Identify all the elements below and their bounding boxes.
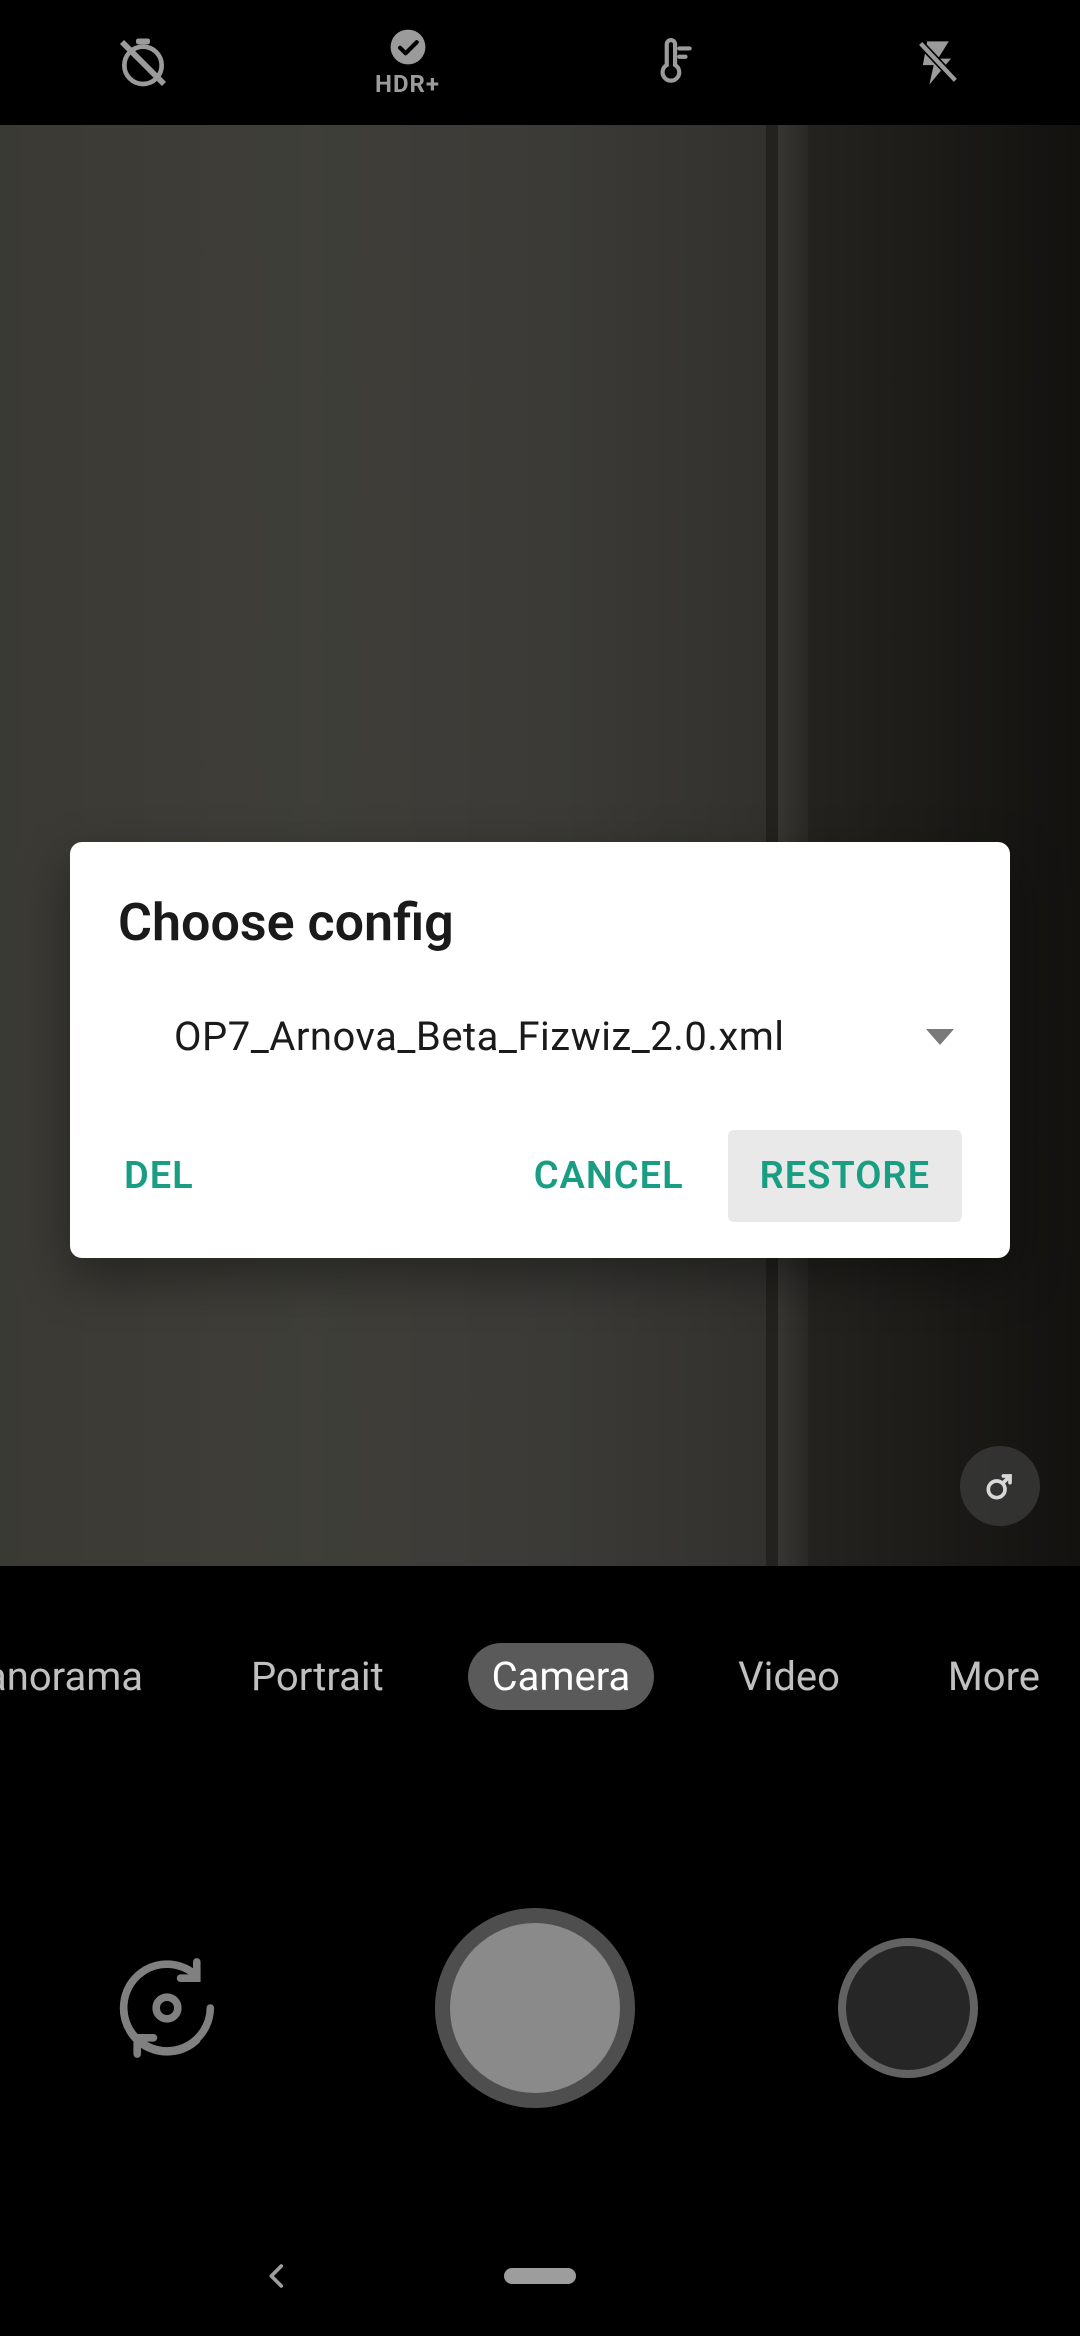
dialog-buttons: DEL CANCEL RESTORE	[118, 1130, 962, 1222]
hdr-toggle[interactable]: HDR+	[275, 28, 540, 98]
mode-more[interactable]: More	[924, 1643, 1080, 1710]
flash-toggle[interactable]	[805, 37, 1070, 89]
back-icon	[260, 2259, 294, 2293]
thermometer-icon	[648, 38, 698, 88]
gallery-thumbnail[interactable]	[838, 1938, 978, 2078]
zoom-icon	[980, 1466, 1020, 1506]
config-selected-value: OP7_Arnova_Beta_Fizwiz_2.0.xml	[174, 1013, 785, 1060]
timer-off-icon	[115, 35, 171, 91]
flash-off-icon	[912, 37, 964, 89]
cancel-button[interactable]: CANCEL	[502, 1130, 716, 1222]
dialog-title: Choose config	[118, 892, 962, 953]
switch-camera-icon	[102, 1943, 232, 2073]
zoom-button[interactable]	[960, 1446, 1040, 1526]
timer-toggle[interactable]	[10, 35, 275, 91]
dropdown-caret-icon	[926, 1029, 954, 1045]
del-button[interactable]: DEL	[118, 1130, 226, 1222]
mode-camera[interactable]: Camera	[468, 1643, 655, 1710]
switch-camera-button[interactable]	[102, 1943, 232, 2073]
shutter-row	[0, 1878, 1080, 2138]
shutter-button[interactable]	[435, 1908, 635, 2108]
mode-video[interactable]: Video	[714, 1643, 864, 1710]
nav-back-button[interactable]	[260, 2259, 294, 2293]
hdr-label: HDR+	[375, 70, 440, 98]
camera-modes: Panorama Portrait Camera Video More	[0, 1626, 1080, 1726]
white-balance-toggle[interactable]	[540, 38, 805, 88]
hdr-check-icon	[389, 28, 427, 66]
restore-button[interactable]: RESTORE	[728, 1130, 962, 1222]
config-select[interactable]: OP7_Arnova_Beta_Fizwiz_2.0.xml	[118, 1013, 962, 1060]
nav-home-pill[interactable]	[504, 2268, 576, 2284]
system-nav-bar	[0, 2216, 1080, 2336]
shutter-inner	[450, 1923, 620, 2093]
camera-top-toolbar: HDR+	[0, 0, 1080, 125]
choose-config-dialog: Choose config OP7_Arnova_Beta_Fizwiz_2.0…	[70, 842, 1010, 1258]
mode-panorama[interactable]: Panorama	[0, 1643, 167, 1710]
mode-portrait[interactable]: Portrait	[227, 1643, 408, 1710]
